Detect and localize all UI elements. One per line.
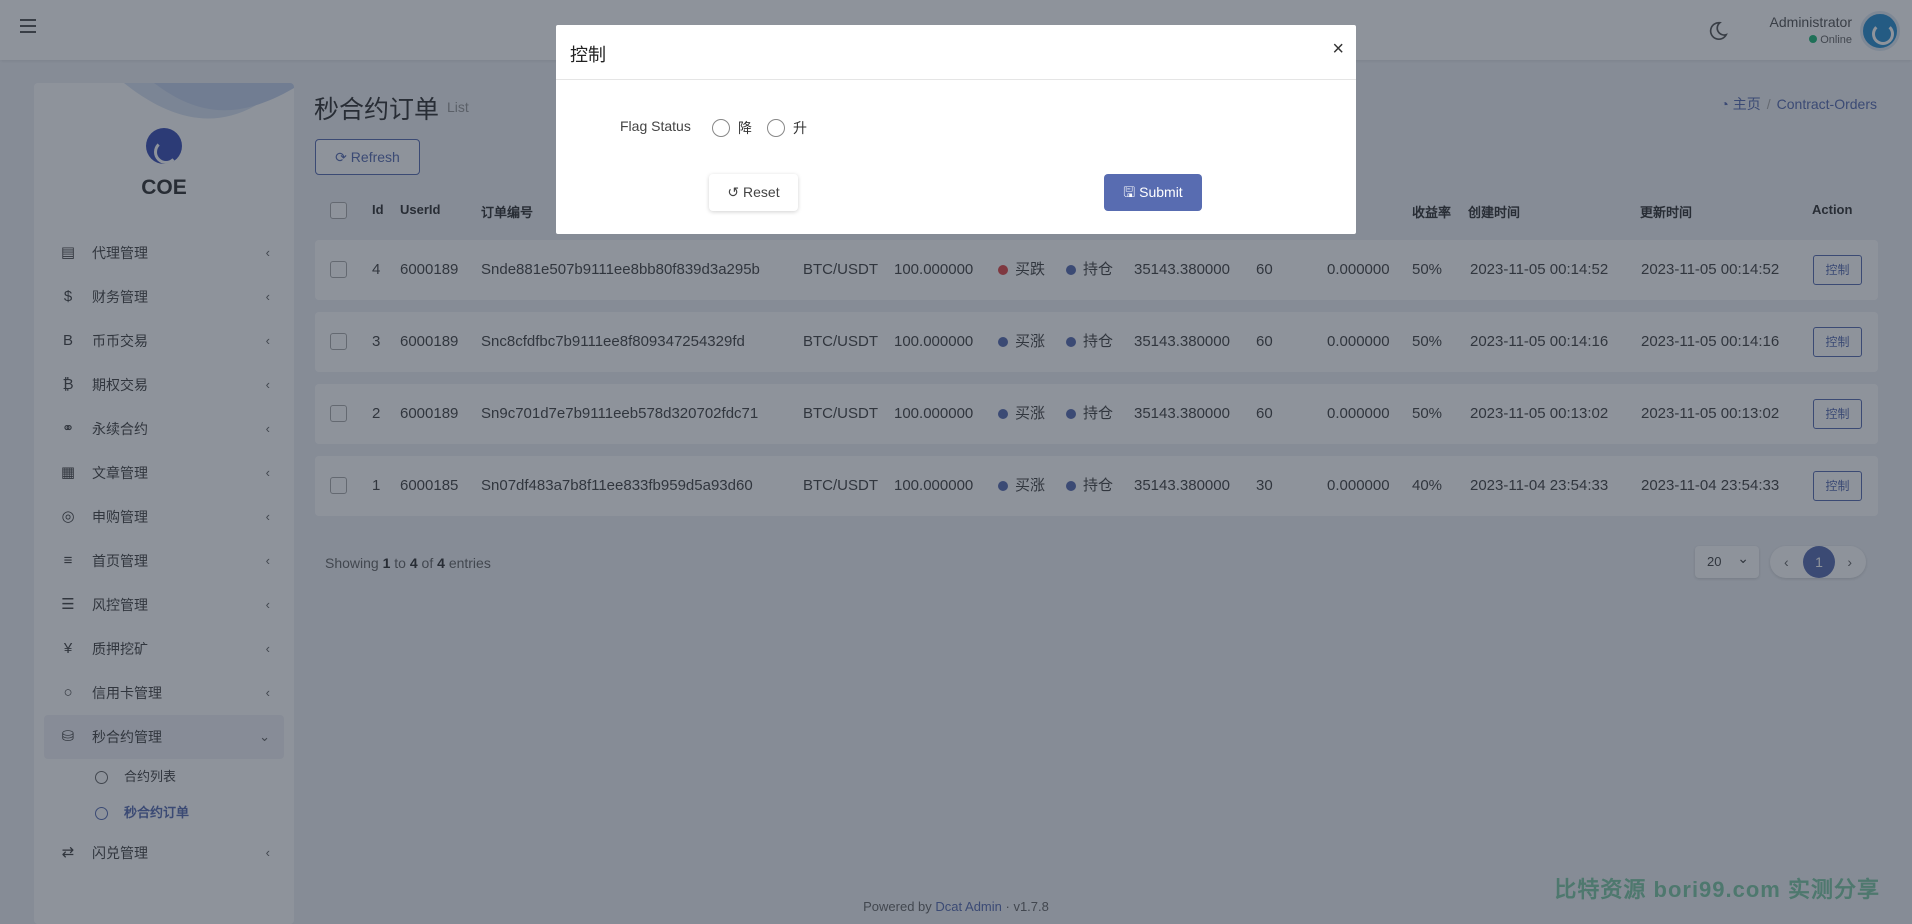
reset-button[interactable]: ↺ Reset xyxy=(709,174,798,211)
submit-button[interactable]: 🖫 Submit xyxy=(1104,174,1202,211)
radio-up-label[interactable]: 升 xyxy=(793,118,807,138)
modal-title: 控制 xyxy=(570,45,606,65)
radio-down-label[interactable]: 降 xyxy=(738,118,752,138)
reset-icon: ↺ xyxy=(727,184,744,200)
flag-status-label: Flag Status xyxy=(620,118,691,134)
control-modal: 控制 × Flag Status 降 升 ↺ Reset 🖫 Submit xyxy=(556,25,1356,234)
modal-divider xyxy=(556,79,1356,80)
radio-down[interactable] xyxy=(712,119,730,137)
close-icon[interactable]: × xyxy=(1332,38,1344,60)
radio-up[interactable] xyxy=(767,119,785,137)
save-icon: 🖫 xyxy=(1123,184,1140,200)
